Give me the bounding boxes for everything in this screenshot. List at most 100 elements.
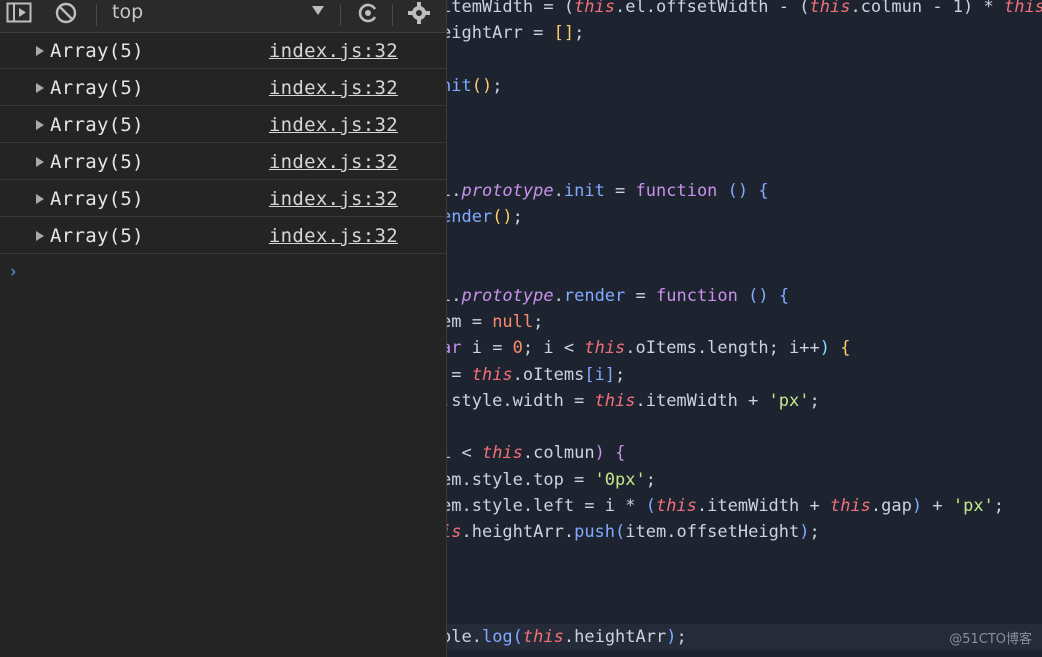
- code-token: itemWidth = (: [441, 0, 575, 17]
- code-line: l.prototype.init = function () {: [441, 178, 769, 204]
- live-expression-icon[interactable]: [356, 2, 380, 24]
- log-message[interactable]: Array(5): [50, 181, 144, 217]
- code-token: 'px': [952, 495, 994, 516]
- code-token: this: [655, 495, 697, 516]
- code-token: i =: [461, 338, 513, 359]
- code-token: (: [512, 627, 523, 647]
- code-token: log: [481, 627, 513, 647]
- code-token: this: [584, 338, 626, 359]
- code-line: em.style.top = '0px';: [441, 467, 656, 493]
- code-token: ): [819, 338, 831, 359]
- code-token: ender: [441, 207, 493, 227]
- code-token: .itemWidth +: [696, 495, 830, 516]
- code-line: i < this.colmun) {: [441, 440, 625, 466]
- sidebar-toggle-icon[interactable]: [6, 2, 32, 24]
- code-line: is.heightArr.push(item.offsetHeight);: [441, 519, 820, 545]
- watermark: @51CTO博客: [949, 632, 1032, 647]
- code-line: = this.oItems[i];: [441, 362, 625, 388]
- console-prompt-icon[interactable]: ›: [8, 262, 18, 282]
- code-line: em.style.left = i * (this.itemWidth + th…: [441, 493, 1004, 519]
- log-message[interactable]: Array(5): [50, 33, 144, 69]
- code-token: i <: [441, 443, 482, 464]
- log-message[interactable]: Array(5): [50, 144, 144, 180]
- code-token: this: [809, 0, 851, 17]
- code-token: (: [615, 522, 626, 542]
- context-dropdown-icon[interactable]: [312, 6, 324, 15]
- expand-arrow-icon[interactable]: [36, 120, 44, 130]
- code-token: em.style.top =: [441, 469, 595, 490]
- code-token: []: [553, 23, 575, 44]
- expand-arrow-icon[interactable]: [36, 157, 44, 167]
- code-token: {: [758, 180, 769, 201]
- code-token: .style.width =: [441, 390, 595, 411]
- code-token: +: [922, 495, 953, 516]
- code-token: prototype: [461, 180, 554, 201]
- code-token: ): [799, 522, 810, 542]
- toolbar-divider: [392, 4, 393, 26]
- source-link[interactable]: index.js:32: [269, 218, 398, 254]
- log-message[interactable]: Array(5): [50, 218, 144, 254]
- expand-arrow-icon[interactable]: [36, 231, 44, 241]
- code-token: .colmun - 1) *: [850, 0, 1004, 17]
- code-token: function: [635, 180, 718, 201]
- source-link[interactable]: index.js:32: [269, 70, 398, 106]
- code-token: .heightArr: [563, 627, 667, 647]
- clear-console-icon[interactable]: [54, 2, 78, 24]
- code-token: null: [492, 312, 534, 332]
- console-log-row[interactable]: Array(5) index.js:32: [0, 70, 446, 106]
- source-link[interactable]: index.js:32: [269, 107, 398, 143]
- code-token: function: [656, 285, 738, 306]
- code-token: this: [594, 390, 636, 411]
- code-token: {: [615, 443, 626, 464]
- console-log-row[interactable]: Array(5) index.js:32: [0, 33, 446, 69]
- code-token: (: [645, 495, 656, 516]
- console-log-row[interactable]: Array(5) index.js:32: [0, 107, 446, 143]
- console-toolbar: top: [0, 0, 446, 33]
- code-token: init: [563, 180, 605, 201]
- code-token: ;: [809, 390, 820, 411]
- devtools-console-panel: top Array(5) index.js:32 Array(5) index.…: [0, 0, 447, 657]
- code-token: this: [574, 0, 616, 17]
- source-link[interactable]: index.js:32: [269, 144, 398, 180]
- code-token: ;: [574, 23, 585, 44]
- log-message[interactable]: Array(5): [50, 107, 144, 143]
- code-token: .colmun: [522, 443, 595, 464]
- console-log-row[interactable]: Array(5) index.js:32: [0, 181, 446, 217]
- code-token: '0px': [594, 469, 646, 490]
- source-link[interactable]: index.js:32: [269, 181, 398, 217]
- code-token: ;: [993, 495, 1005, 516]
- console-log-row[interactable]: Array(5) index.js:32: [0, 218, 446, 254]
- code-token: ;: [615, 364, 626, 385]
- expand-arrow-icon[interactable]: [36, 194, 44, 204]
- expand-arrow-icon[interactable]: [36, 46, 44, 56]
- settings-gear-icon[interactable]: [406, 2, 432, 24]
- code-token: =: [604, 180, 636, 201]
- code-token: ole.: [441, 627, 482, 647]
- code-token: em.style.left = i *: [441, 495, 646, 516]
- code-token: ;: [809, 522, 820, 542]
- code-token: (): [727, 180, 749, 201]
- code-token: ): [594, 443, 605, 464]
- toolbar-divider: [96, 4, 97, 26]
- expand-arrow-icon[interactable]: [36, 83, 44, 93]
- code-token: (): [471, 75, 493, 96]
- code-token: ): [666, 627, 677, 647]
- code-token: ;: [676, 627, 687, 647]
- code-line: l.prototype.render = function () {: [441, 283, 789, 309]
- log-message[interactable]: Array(5): [50, 70, 144, 106]
- code-token: item.offsetHeight: [625, 522, 800, 542]
- code-token: ;: [492, 75, 503, 96]
- source-link[interactable]: index.js:32: [269, 33, 398, 69]
- code-token: (): [748, 285, 769, 306]
- console-log-row[interactable]: Array(5) index.js:32: [0, 144, 446, 180]
- code-token: .itemWidth +: [635, 390, 769, 411]
- code-token: this: [1003, 0, 1042, 17]
- code-line: ender();: [441, 204, 523, 230]
- toolbar-divider: [340, 4, 341, 26]
- context-selector[interactable]: top: [112, 0, 143, 24]
